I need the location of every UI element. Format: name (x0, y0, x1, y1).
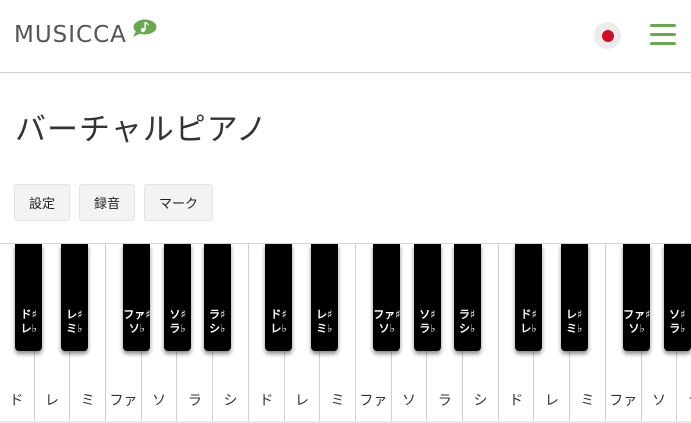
black-key-sharp-label: ファ♯ (373, 308, 401, 321)
black-key-flat-label: ラ♭ (169, 322, 186, 335)
black-key[interactable]: ラ♯ シ♭ (453, 244, 481, 351)
settings-button[interactable]: 設定 (14, 184, 71, 221)
black-key-flat-label: ラ♭ (669, 322, 686, 335)
black-key-label: ラ♯ シ♭ (454, 308, 481, 336)
black-key-label: ソ♯ ラ♭ (164, 308, 191, 336)
black-key[interactable]: ファ♯ ソ♭ (623, 244, 650, 351)
white-key-label: ラ (677, 390, 691, 410)
piano-keyboard: ドレミファソラシドレミファソラシドレミファソラド♯レ♭レ♯ミ♭ファ♯ソ♭ソ♯ラ♭… (0, 243, 691, 423)
hamburger-menu-icon[interactable] (650, 24, 676, 46)
toolbar: 設定 録音 マーク (14, 184, 222, 221)
black-key-sharp-label: ド♯ (20, 308, 37, 321)
white-key-label: レ (45, 393, 60, 409)
black-key-label: ソ♯ ラ♭ (414, 308, 441, 336)
black-key-flat-label: ソ♭ (128, 322, 145, 335)
logo-text: MUSICCA (14, 22, 127, 48)
site-logo[interactable]: MUSICCA (14, 19, 157, 48)
white-key-label: ド (9, 393, 24, 409)
speech-bubble-note-icon (132, 19, 157, 37)
black-key-flat-label: ミ♭ (566, 322, 583, 335)
black-key[interactable]: レ♯ ミ♭ (60, 244, 88, 351)
white-key-label: ファ (109, 393, 138, 409)
black-key-sharp-label: ラ♯ (209, 308, 226, 321)
white-key-label: ミ (580, 393, 595, 409)
black-key-flat-label: レ♭ (20, 322, 37, 335)
black-key[interactable]: ソ♯ ラ♭ (164, 244, 191, 351)
white-key-label: シ (473, 393, 488, 409)
white-key-label: ソ (402, 393, 417, 409)
black-key[interactable]: ド♯ レ♭ (265, 244, 293, 351)
record-button[interactable]: 録音 (79, 184, 136, 221)
black-key-flat-label: ラ♭ (419, 322, 436, 335)
black-key-label: ラ♯ シ♭ (204, 308, 231, 336)
black-key-label: ファ♯ ソ♭ (123, 308, 150, 336)
black-key-flat-label: レ♭ (270, 322, 287, 335)
white-key-label: ミ (330, 393, 345, 409)
black-key[interactable]: ラ♯ シ♭ (203, 244, 231, 351)
white-key-label: シ (223, 393, 238, 409)
black-key-flat-label: シ♭ (209, 322, 226, 335)
black-key-flat-label: レ♭ (520, 322, 537, 335)
black-key-sharp-label: ファ♯ (623, 308, 651, 321)
site-header: MUSICCA (0, 0, 691, 73)
white-key-label: ラ (187, 393, 202, 409)
black-key-sharp-label: ソ♯ (169, 308, 186, 321)
page-title: バーチャルピアノ (15, 112, 268, 148)
black-key[interactable]: レ♯ ミ♭ (560, 244, 588, 351)
white-key-label: ソ (651, 393, 666, 409)
black-key[interactable]: ファ♯ ソ♭ (123, 244, 151, 351)
black-key-sharp-label: レ♯ (316, 308, 333, 321)
white-key-label: ラ (437, 393, 452, 409)
black-key-sharp-label: ファ♯ (123, 308, 151, 321)
black-key[interactable]: ド♯ レ♭ (515, 244, 542, 351)
black-key[interactable]: ファ♯ ソ♭ (373, 244, 401, 351)
language-button[interactable] (594, 22, 621, 49)
mark-button[interactable]: マーク (144, 184, 214, 221)
black-key-sharp-label: ソ♯ (419, 308, 436, 321)
black-key[interactable]: ソ♯ ラ♭ (413, 244, 441, 351)
black-key-flat-label: ソ♭ (628, 322, 645, 335)
black-key-label: ソ♯ ラ♭ (664, 308, 691, 336)
black-key-flat-label: ミ♭ (316, 322, 333, 335)
black-key-label: ド♯ レ♭ (265, 308, 292, 336)
white-key-label: ファ (609, 393, 638, 409)
black-key-flat-label: シ♭ (458, 322, 476, 335)
black-key-sharp-label: レ♯ (566, 308, 583, 321)
white-key-label: ファ (359, 393, 388, 409)
black-key-label: ファ♯ ソ♭ (373, 308, 400, 336)
black-key-label: ド♯ レ♭ (515, 308, 542, 336)
black-key-sharp-label: レ♯ (66, 308, 83, 321)
white-key-label: ミ (80, 393, 95, 409)
white-key-label: ド (509, 393, 524, 409)
black-key[interactable]: ド♯ レ♭ (15, 244, 43, 351)
black-key-label: レ♯ ミ♭ (311, 308, 338, 336)
black-key[interactable]: ソ♯ ラ♭ (663, 244, 691, 351)
black-key-flat-label: ソ♭ (378, 322, 395, 335)
white-key-label: レ (294, 393, 309, 409)
black-key-flat-label: ミ♭ (66, 322, 83, 335)
black-key[interactable]: レ♯ ミ♭ (310, 244, 338, 351)
black-key-label: ド♯ レ♭ (15, 308, 42, 336)
black-key-label: レ♯ ミ♭ (61, 308, 88, 336)
black-key-label: ファ♯ ソ♭ (623, 308, 650, 336)
black-key-label: レ♯ ミ♭ (561, 308, 588, 336)
japan-flag-icon (601, 29, 614, 42)
black-key-sharp-label: ラ♯ (458, 308, 476, 321)
black-key-sharp-label: ド♯ (520, 308, 537, 321)
black-key-sharp-label: ド♯ (270, 308, 287, 321)
white-key-label: ド (259, 393, 274, 409)
white-key-label: レ (544, 393, 559, 409)
white-key-label: ソ (152, 393, 167, 409)
black-key-sharp-label: ソ♯ (669, 308, 686, 321)
